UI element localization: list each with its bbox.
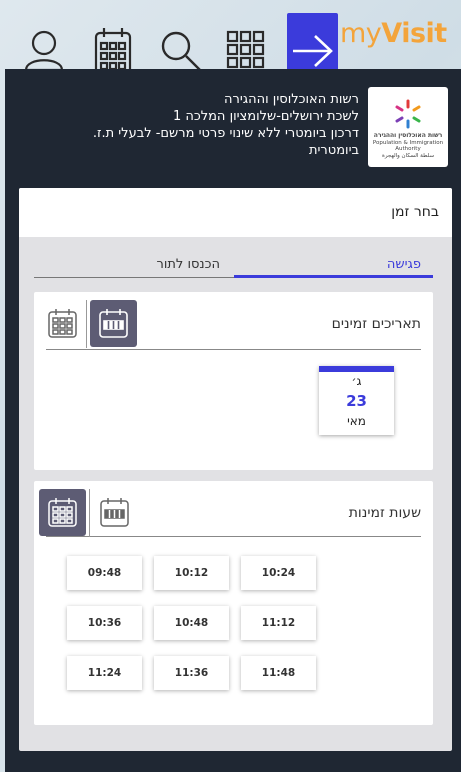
apps-grid-icon[interactable] [222, 26, 270, 74]
calendar-icon[interactable] [90, 26, 138, 75]
time-slot[interactable]: 11:12 [241, 606, 316, 640]
profile-icon[interactable] [20, 26, 68, 74]
org-name: רשות האוכלוסין וההגירה [224, 92, 359, 107]
time-slot[interactable]: 09:48 [67, 556, 142, 590]
org-logo-text: רשות האוכלוסין וההגירה Population & Immi… [372, 132, 444, 159]
service-name: דרכון ביומטרי ללא שינוי פרטי מרשם- לבעלי… [92, 126, 359, 141]
week-view-button[interactable] [90, 300, 137, 347]
date-weekday: ג׳ [351, 374, 362, 388]
calendar-week-icon [99, 309, 128, 338]
page-title: בחר זמן [19, 188, 452, 237]
month-view-button[interactable] [39, 300, 86, 347]
divider [46, 536, 421, 537]
tab-bar: פגישה הכנסו לתור [34, 251, 433, 278]
available-dates-section: תאריכים זמינים ג׳ 23 מאי [34, 292, 433, 470]
search-icon[interactable] [156, 26, 204, 74]
times-title: שעות זמינות [348, 505, 421, 521]
org-logo: רשות האוכלוסין וההגירה Population & Immi… [368, 87, 448, 167]
service-name-cont: ביומטרית [308, 143, 359, 158]
main-panel: רשות האוכלוסין וההגירה Population & Immi… [5, 69, 461, 772]
arrow-right-icon [293, 35, 333, 67]
booking-card: בחר זמן פגישה הכנסו לתור תאריכים זמינים [19, 188, 452, 751]
time-slot[interactable]: 10:24 [241, 556, 316, 590]
list-view-button[interactable] [91, 489, 138, 536]
authority-star-icon [395, 99, 421, 129]
calendar-month-icon [48, 309, 77, 338]
date-month: מאי [347, 414, 366, 428]
tab-queue[interactable]: הכנסו לתור [34, 251, 234, 278]
view-separator [89, 489, 90, 537]
calendar-grid-icon [48, 498, 77, 527]
time-slot[interactable]: 10:48 [154, 606, 229, 640]
grid-view-button[interactable] [39, 489, 86, 536]
time-slot[interactable]: 11:48 [241, 656, 316, 690]
available-times-section: שעות זמינות 10:24 10:12 09:48 11:12 10:4… [34, 481, 433, 725]
top-nav: myVisit [0, 0, 461, 89]
date-option[interactable]: ג׳ 23 מאי [319, 366, 394, 435]
divider [46, 349, 421, 350]
calendar-week-icon [100, 498, 129, 527]
time-slot[interactable]: 10:12 [154, 556, 229, 590]
tab-meeting[interactable]: פגישה [234, 251, 433, 278]
time-slot[interactable]: 11:24 [67, 656, 142, 690]
brand-logo: myVisit [340, 18, 447, 49]
view-separator [86, 300, 87, 348]
dates-title: תאריכים זמינים [331, 316, 421, 332]
time-slot[interactable]: 10:36 [67, 606, 142, 640]
date-day: 23 [346, 392, 367, 410]
org-info: רשות האוכלוסין וההגירה לשכת ירושלים-שלומ… [29, 91, 359, 159]
time-slot[interactable]: 11:36 [154, 656, 229, 690]
branch-name: לשכת ירושלים-שלומציון המלכה 1 [172, 109, 359, 124]
